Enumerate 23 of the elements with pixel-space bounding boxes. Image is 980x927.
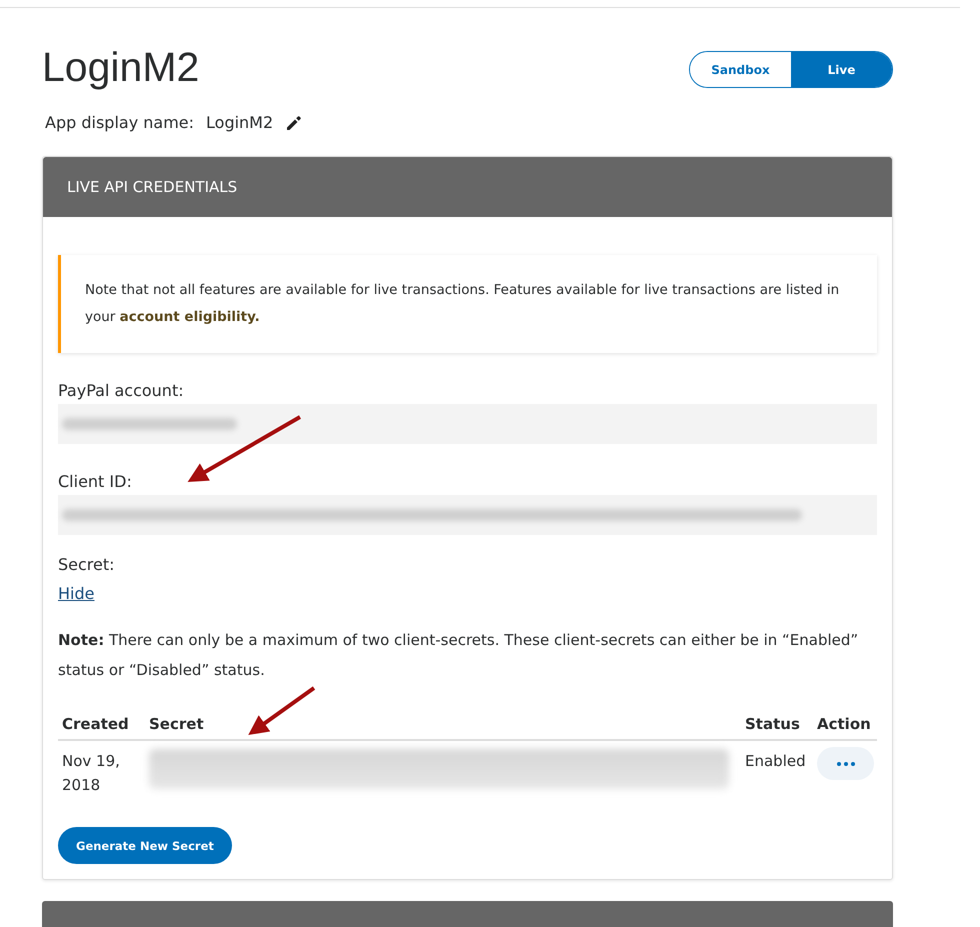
- display-name-value: LoginM2: [206, 113, 274, 132]
- column-header: Secret: [149, 715, 204, 733]
- field-label: Secret:: [58, 555, 116, 574]
- account-eligibility-link[interactable]: account eligibility.: [120, 309, 260, 325]
- card-header: LIVE API CREDENTIALS: [43, 157, 892, 217]
- column-header: Created: [62, 715, 129, 733]
- column-header: Status: [745, 715, 800, 733]
- table-cell-text: Nov 19, 2018: [61, 751, 121, 796]
- field-label: PayPal account:: [58, 381, 185, 400]
- column-header: Action: [817, 715, 871, 733]
- edit-pencil-icon[interactable]: [285, 114, 304, 132]
- table-cell-text: Enabled: [744, 751, 807, 772]
- annotation-arrow: [248, 686, 316, 735]
- hide-link[interactable]: Hide: [58, 584, 94, 603]
- field-label: Client ID:: [58, 472, 133, 491]
- more-button[interactable]: [817, 747, 874, 780]
- generate-secret-button[interactable]: Generate New Secret: [58, 827, 232, 864]
- display-name-label: App display name:: [45, 113, 194, 132]
- environment-tab[interactable]: Live: [791, 52, 892, 87]
- notice-text: Note that not all features are available for live transactions. Features available for live transactions are listed in your account eligibility.: [85, 281, 840, 327]
- note-text: Note: There can only be a maximum of two client-secrets. These client-secrets can either be in “Enabled” status or “Disabled” status.: [58, 630, 860, 681]
- app-title: LoginM2: [42, 44, 200, 91]
- more-icon: [836, 762, 854, 766]
